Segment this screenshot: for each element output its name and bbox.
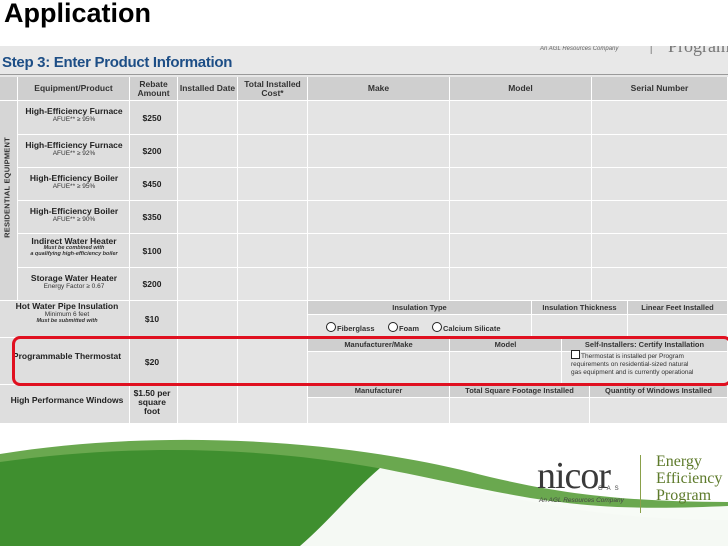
thickness-input[interactable]: [532, 315, 628, 338]
product-name: High Performance Windows: [10, 395, 124, 405]
rebate-amount: $200: [142, 146, 162, 156]
rebate-amount: $450: [142, 179, 162, 189]
date-input[interactable]: [178, 135, 238, 168]
make-input[interactable]: [308, 135, 450, 168]
serial-input[interactable]: [592, 168, 728, 201]
product-name: High-Efficiency Furnace AFUE** ≥ 95%: [25, 106, 123, 123]
product-name: High-Efficiency Furnace AFUE** ≥ 92%: [25, 140, 123, 157]
square-footage-input[interactable]: [450, 398, 590, 424]
logo-divider: [640, 455, 641, 513]
foam-option[interactable]: Foam: [388, 322, 419, 333]
header-total-cost: Total Installed Cost*: [238, 77, 308, 101]
date-input[interactable]: [178, 268, 238, 301]
window-manufacturer-input[interactable]: [308, 398, 450, 424]
fiberglass-label: Fiberglass: [337, 324, 375, 333]
make-input[interactable]: [308, 168, 450, 201]
program-line-1: Energy: [656, 453, 702, 470]
model-input[interactable]: [450, 201, 592, 234]
green-swoosh-graphic: [0, 435, 728, 546]
product-name: High-Efficiency Boiler AFUE** ≥ 90%: [29, 206, 119, 223]
make-input[interactable]: [308, 201, 450, 234]
cost-input[interactable]: [238, 168, 308, 201]
product-name: Indirect Water Heater Must be combined wi…: [30, 236, 118, 257]
radio-icon[interactable]: [432, 322, 442, 332]
date-input[interactable]: [178, 201, 238, 234]
header-quantity-windows: Quantity of Windows Installed: [590, 385, 728, 398]
product-table: Equipment/Product Rebate Amount Installe…: [0, 0, 728, 424]
header-insulation-thickness: Insulation Thickness: [532, 301, 628, 315]
cost-input[interactable]: [238, 385, 308, 424]
foam-label: Foam: [399, 324, 420, 333]
cost-input[interactable]: [238, 268, 308, 301]
linear-feet-input[interactable]: [628, 315, 728, 338]
radio-icon[interactable]: [388, 322, 398, 332]
calcium-silicate-label: Calcium Silicate: [443, 324, 501, 333]
serial-input[interactable]: [592, 234, 728, 268]
date-input[interactable]: [178, 301, 238, 338]
energy-efficiency-program-logo: Energy Efficiency Program: [656, 453, 723, 504]
product-name: High-Efficiency Boiler AFUE** ≥ 95%: [29, 173, 119, 190]
product-name: Hot Water Pipe Insulation Minimum 6 feet M…: [15, 301, 119, 324]
header-linear-feet: Linear Feet Installed: [628, 301, 728, 315]
cost-input[interactable]: [238, 301, 308, 338]
program-line-2: Efficiency: [656, 469, 723, 487]
header-model: Model: [450, 77, 592, 101]
header-insulation-type: Insulation Type: [308, 301, 532, 315]
make-input[interactable]: [308, 101, 450, 135]
serial-input[interactable]: [592, 135, 728, 168]
header-rebate: Rebate Amount: [130, 77, 178, 101]
header-installed-date: Installed Date: [178, 77, 238, 101]
program-line-3: Program: [656, 486, 712, 504]
model-input[interactable]: [450, 101, 592, 135]
agl-tagline: An AGL Resources Company: [539, 497, 624, 504]
corner-cell: [0, 77, 18, 101]
date-input[interactable]: [178, 168, 238, 201]
fiberglass-option[interactable]: Fiberglass: [326, 322, 375, 333]
side-label: RESIDENTIAL EQUIPMENT: [2, 137, 12, 238]
calcium-silicate-option[interactable]: Calcium Silicate: [432, 322, 501, 333]
cost-input[interactable]: [238, 101, 308, 135]
product-name: Storage Water Heater Energy Factor ≥ 0.67: [30, 273, 118, 290]
rebate-amount: $250: [142, 113, 162, 123]
rebate-amount: $350: [142, 212, 162, 222]
model-input[interactable]: [450, 168, 592, 201]
radio-icon[interactable]: [326, 322, 336, 332]
header-square-footage: Total Square Footage Installed: [450, 385, 590, 398]
rebate-amount: $200: [142, 279, 162, 289]
make-input[interactable]: [308, 234, 450, 268]
serial-input[interactable]: [592, 268, 728, 301]
model-input[interactable]: [450, 135, 592, 168]
thermostat-highlight-box: [12, 336, 728, 386]
header-manufacturer: Manufacturer: [308, 385, 450, 398]
window-quantity-input[interactable]: [590, 398, 728, 424]
header-serial: Serial Number: [592, 77, 728, 101]
make-input[interactable]: [308, 268, 450, 301]
nicor-gas-label: GAS: [598, 486, 623, 492]
date-input[interactable]: [178, 385, 238, 424]
side-label-cell: RESIDENTIAL EQUIPMENT: [0, 101, 18, 301]
model-input[interactable]: [450, 234, 592, 268]
cost-input[interactable]: [238, 135, 308, 168]
header-make: Make: [308, 77, 450, 101]
date-input[interactable]: [178, 234, 238, 268]
rebate-amount: $100: [142, 246, 162, 256]
serial-input[interactable]: [592, 201, 728, 234]
serial-input[interactable]: [592, 101, 728, 135]
rebate-amount: $1.50 per square foot: [133, 388, 171, 416]
date-input[interactable]: [178, 101, 238, 135]
cost-input[interactable]: [238, 234, 308, 268]
model-input[interactable]: [450, 268, 592, 301]
rebate-amount: $10: [144, 314, 160, 324]
cost-input[interactable]: [238, 201, 308, 234]
header-equipment: Equipment/Product: [18, 77, 130, 101]
